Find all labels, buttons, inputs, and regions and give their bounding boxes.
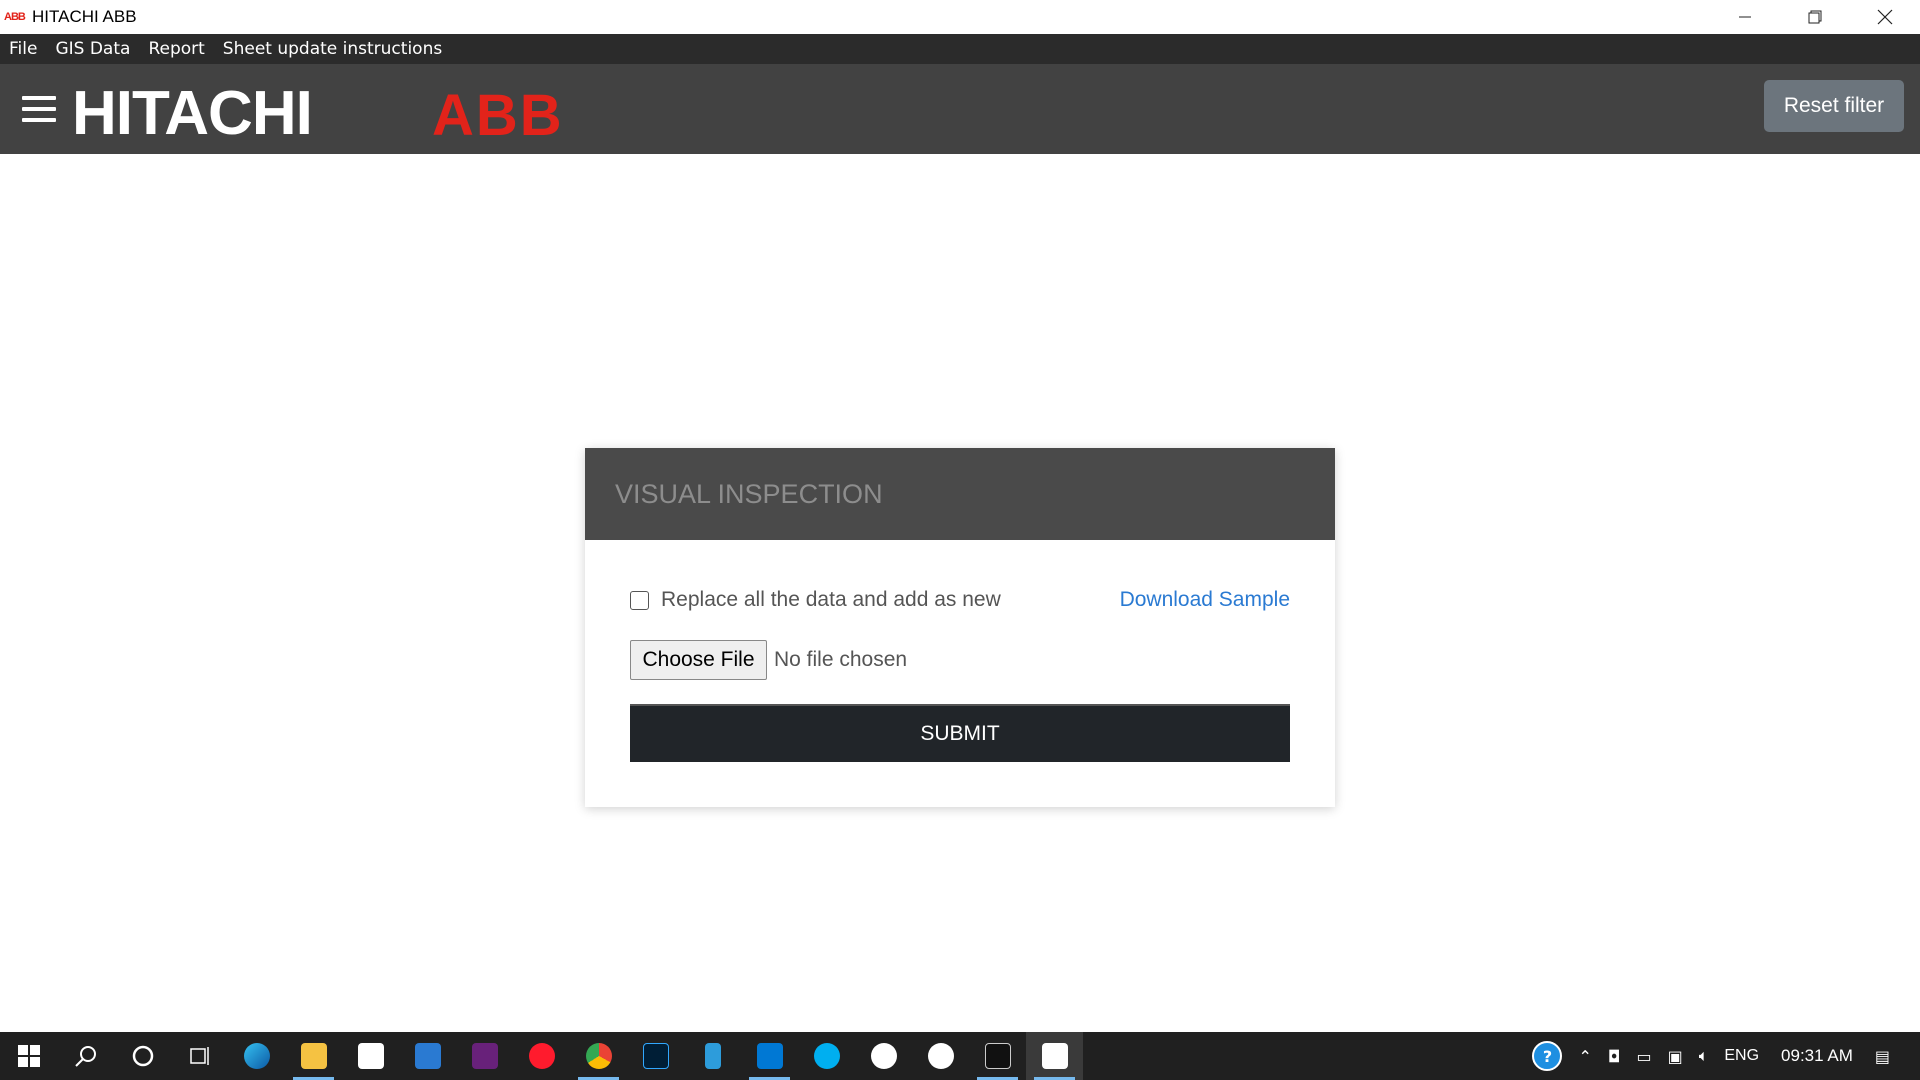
hitachi-logo: HITACHI xyxy=(72,79,313,148)
title-bar: ABB HITACHI ABB xyxy=(0,0,1920,34)
app-icon xyxy=(927,1043,954,1069)
search-icon xyxy=(74,1046,96,1067)
app-header: HITACHI ABB Reset filter xyxy=(0,64,1920,154)
hamburger-menu-icon[interactable] xyxy=(22,96,56,122)
choose-file-button[interactable]: Choose File xyxy=(630,640,767,680)
system-tray: ? ⌃ ◘ ▭ ▣ 🔈︎ ENG 09:31 AM ▤ xyxy=(1524,1032,1920,1080)
menu-report[interactable]: Report xyxy=(148,39,204,59)
replace-data-checkbox[interactable] xyxy=(630,590,649,610)
taskbar-app-terminal[interactable] xyxy=(969,1032,1026,1080)
camera-icon[interactable]: ◘ xyxy=(1608,1047,1621,1066)
taskbar-app-skype[interactable] xyxy=(798,1032,855,1080)
help-icon[interactable]: ? xyxy=(1532,1041,1563,1071)
task-view-button[interactable] xyxy=(171,1032,228,1080)
task-view-icon xyxy=(189,1047,209,1065)
taskbar-app-vscode[interactable] xyxy=(741,1032,798,1080)
hitachi-abb-app-icon xyxy=(1041,1043,1068,1069)
taskbar-app-photoshop[interactable] xyxy=(627,1032,684,1080)
taskbar-app-explorer[interactable] xyxy=(285,1032,342,1080)
clock[interactable]: 09:31 AM xyxy=(1781,1046,1853,1066)
skype-icon xyxy=(813,1043,840,1069)
app-logo-icon: ABB xyxy=(4,11,26,23)
restore-icon xyxy=(1808,10,1822,24)
replace-data-row: Replace all the data and add as new Down… xyxy=(630,588,1290,612)
notes-icon xyxy=(704,1043,721,1069)
replace-data-label[interactable]: Replace all the data and add as new xyxy=(661,588,1001,612)
close-button[interactable] xyxy=(1850,0,1920,34)
notifications-icon[interactable]: ▤ xyxy=(1875,1047,1890,1066)
close-icon xyxy=(1877,9,1893,25)
taskbar-app-edge[interactable] xyxy=(228,1032,285,1080)
taskbar-app-opera[interactable] xyxy=(513,1032,570,1080)
reset-filter-button[interactable]: Reset filter xyxy=(1764,80,1904,132)
cortana-icon xyxy=(132,1045,153,1067)
taskbar: ? ⌃ ◘ ▭ ▣ 🔈︎ ENG 09:31 AM ▤ xyxy=(0,1032,1920,1080)
taskbar-app-hitachi-abb[interactable] xyxy=(1026,1032,1083,1080)
chrome-icon xyxy=(585,1043,612,1069)
file-explorer-icon xyxy=(300,1043,327,1069)
card-title: VISUAL INSPECTION xyxy=(615,478,883,509)
abb-logo: ABB xyxy=(432,83,564,148)
start-icon xyxy=(17,1045,40,1067)
taskbar-app-mail[interactable] xyxy=(399,1032,456,1080)
taskbar-app-store[interactable] xyxy=(342,1032,399,1080)
card-header: VISUAL INSPECTION xyxy=(585,448,1335,540)
start-button[interactable] xyxy=(0,1032,57,1080)
menu-gis-data[interactable]: GIS Data xyxy=(55,39,130,59)
menu-sheet-update-instructions[interactable]: Sheet update instructions xyxy=(223,39,442,59)
mongodb-icon xyxy=(870,1043,897,1069)
taskbar-app-misc[interactable] xyxy=(912,1032,969,1080)
visual-studio-icon xyxy=(471,1043,498,1069)
language-indicator[interactable]: ENG xyxy=(1724,1047,1759,1065)
window-title: HITACHI ABB xyxy=(32,7,137,26)
search-button[interactable] xyxy=(57,1032,114,1080)
taskbar-app-notes[interactable] xyxy=(684,1032,741,1080)
store-icon xyxy=(357,1043,384,1069)
battery-icon[interactable]: ▭ xyxy=(1637,1047,1652,1066)
cortana-button[interactable] xyxy=(114,1032,171,1080)
taskbar-app-chrome[interactable] xyxy=(570,1032,627,1080)
minimize-button[interactable] xyxy=(1710,0,1780,34)
minimize-icon xyxy=(1739,16,1751,18)
chevron-up-icon[interactable]: ⌃ xyxy=(1578,1047,1591,1066)
submit-button[interactable]: SUBMIT xyxy=(630,704,1290,762)
vscode-icon xyxy=(756,1043,783,1069)
opera-icon xyxy=(528,1043,555,1069)
network-icon[interactable]: ▣ xyxy=(1668,1047,1683,1066)
volume-icon[interactable]: 🔈︎ xyxy=(1699,1046,1709,1066)
file-status-text: No file chosen xyxy=(774,648,908,671)
photoshop-icon xyxy=(642,1043,669,1069)
terminal-icon xyxy=(984,1043,1011,1069)
download-sample-link[interactable]: Download Sample xyxy=(1120,588,1290,612)
card-body: Replace all the data and add as new Down… xyxy=(585,540,1335,807)
mail-icon xyxy=(414,1043,441,1069)
taskbar-app-mongodb[interactable] xyxy=(855,1032,912,1080)
file-input-row: Choose File No file chosen xyxy=(630,640,907,680)
menu-file[interactable]: File xyxy=(9,39,37,59)
edge-icon xyxy=(243,1043,270,1069)
restore-button[interactable] xyxy=(1780,0,1850,34)
taskbar-app-visual-studio[interactable] xyxy=(456,1032,513,1080)
menu-bar: File GIS Data Report Sheet update instru… xyxy=(0,34,1920,64)
visual-inspection-card: VISUAL INSPECTION Replace all the data a… xyxy=(585,448,1335,807)
window-controls xyxy=(1710,0,1920,34)
